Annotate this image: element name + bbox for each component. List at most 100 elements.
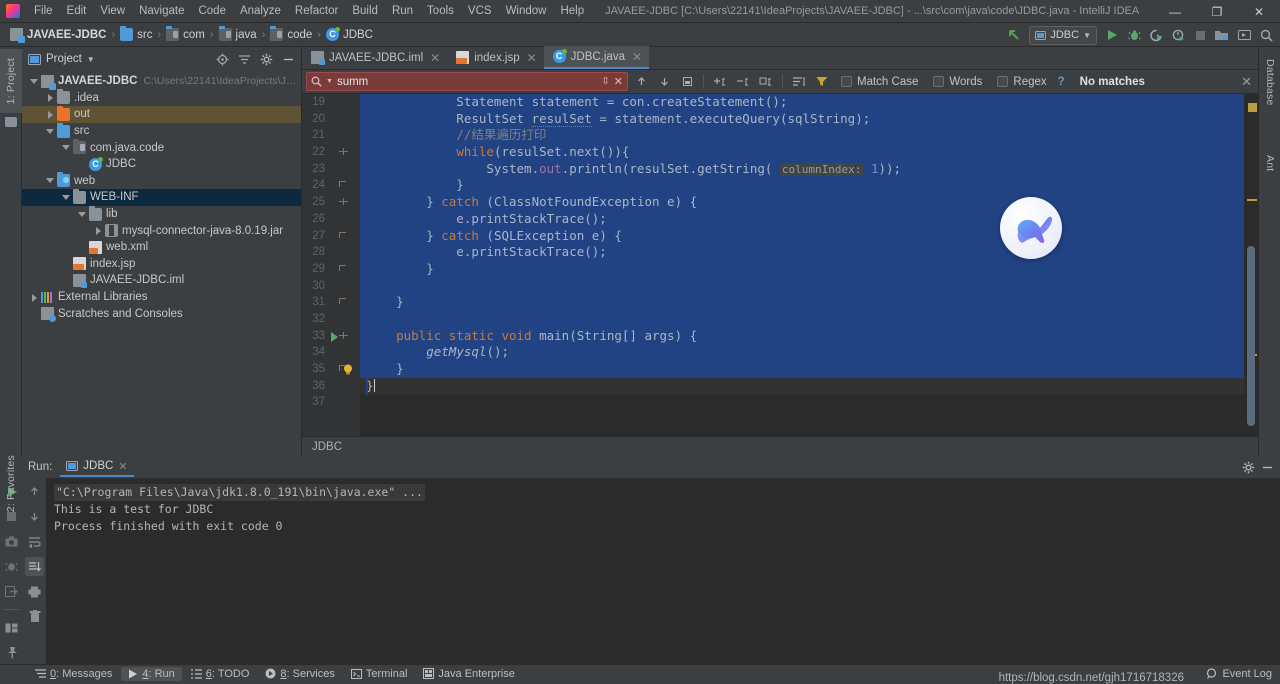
code-line[interactable]: } catch (SQLException e) { [360, 227, 1244, 245]
close-tab-icon[interactable]: ✕ [632, 50, 642, 64]
close-button[interactable]: ✕ [1238, 0, 1280, 23]
scroll-to-end-icon[interactable] [25, 557, 44, 576]
close-tab-icon[interactable]: ✕ [430, 51, 440, 65]
sidebar-item-ant[interactable]: Ant [1259, 143, 1280, 183]
tree-node-out[interactable]: out [22, 105, 301, 123]
collapse-all-icon[interactable] [236, 51, 253, 68]
tool-tab-messages[interactable]: 0: Messages [28, 667, 119, 681]
breadcrumb-item-src[interactable]: src [116, 26, 156, 42]
chevron-right-icon[interactable] [30, 293, 39, 302]
regex-help-link[interactable]: ? [1058, 76, 1065, 88]
chevron-down-icon[interactable] [62, 193, 71, 202]
gutter-row[interactable] [332, 211, 360, 228]
menu-item-refactor[interactable]: Refactor [288, 3, 345, 19]
chevron-right-icon[interactable] [46, 93, 55, 103]
dump-threads-icon[interactable] [2, 557, 21, 576]
menu-item-analyze[interactable]: Analyze [233, 3, 288, 19]
camera-icon[interactable] [2, 532, 21, 551]
tree-node-jdbc[interactable]: C JDBC [22, 156, 301, 173]
menu-item-build[interactable]: Build [345, 3, 385, 19]
gutter-row[interactable] [331, 328, 360, 345]
search-field[interactable]: ▼ ⇳ ✕ [306, 72, 628, 91]
chevron-down-icon[interactable] [62, 143, 71, 152]
gutter-row[interactable] [332, 378, 360, 395]
scroll-up-icon[interactable] [25, 482, 44, 501]
menu-item-tools[interactable]: Tools [420, 3, 461, 19]
tree-node-javaee-jdbc-iml[interactable]: JAVAEE-JDBC.iml [22, 272, 301, 289]
run-coverage-icon[interactable] [1146, 25, 1166, 45]
words-option[interactable]: Words [927, 76, 988, 88]
warning-marker[interactable] [1248, 103, 1257, 112]
run-panel-header-actions[interactable] [1242, 461, 1274, 474]
tree-node-scratches-and-consoles[interactable]: Scratches and Consoles [22, 305, 301, 323]
chevron-down-icon[interactable] [30, 77, 39, 86]
chevron-right-icon[interactable] [46, 110, 55, 119]
tree-node-mysql-connector-java-8-0-19-jar[interactable]: mysql-connector-java-8.0.19.jar [22, 222, 301, 239]
tree-node-external-libraries[interactable]: External Libraries [22, 289, 301, 306]
profile-icon[interactable] [1168, 25, 1188, 45]
console-output[interactable]: "C:\Program Files\Java\jdk1.8.0_191\bin\… [46, 478, 1280, 664]
menu-item-run[interactable]: Run [385, 3, 420, 19]
gutter-row[interactable] [332, 294, 360, 311]
gutter-row[interactable] [332, 111, 360, 128]
editor-scrollbar-thumb[interactable] [1247, 246, 1255, 426]
scroll-down-icon[interactable] [25, 507, 44, 526]
code-line[interactable]: } [360, 294, 1244, 311]
right-tool-window-bar[interactable]: Database Ant [1258, 47, 1280, 456]
gutter-row[interactable] [332, 161, 360, 178]
run-icon[interactable] [1102, 25, 1122, 45]
next-match-icon[interactable] [654, 72, 674, 92]
filter-lines-icon[interactable] [789, 72, 809, 92]
close-icon[interactable]: ✕ [118, 460, 127, 473]
breadcrumb-item-java[interactable]: java [215, 26, 261, 42]
menu-item-file[interactable]: File [27, 3, 60, 19]
close-tab-icon[interactable]: ✕ [527, 51, 537, 65]
code-line[interactable]: public static void main(String[] args) { [360, 327, 1244, 345]
editor-tab-jdbc-java[interactable]: C JDBC.java ✕ [543, 46, 650, 69]
stop-icon[interactable] [1190, 25, 1210, 45]
code-line[interactable]: } catch (ClassNotFoundException e) { [360, 194, 1244, 211]
update-icon[interactable] [1234, 25, 1254, 45]
sidebar-item-database[interactable]: Database [1259, 49, 1280, 115]
chevron-down-icon[interactable] [46, 127, 55, 136]
tree-node-web[interactable]: web [22, 172, 301, 190]
tool-tab-terminal[interactable]: Terminal [344, 667, 415, 681]
code-line[interactable]: } [360, 377, 1244, 395]
gutter-row[interactable] [332, 94, 360, 111]
trash-icon[interactable] [25, 607, 44, 626]
editor-gutter[interactable] [331, 94, 360, 436]
search-everywhere-icon[interactable] [1256, 25, 1276, 45]
run-configuration-selector[interactable]: JDBC ▼ [1029, 25, 1097, 45]
close-find-icon[interactable]: ✕ [1241, 74, 1252, 90]
prev-match-icon[interactable] [631, 72, 651, 92]
soft-wrap-icon[interactable] [25, 532, 44, 551]
run-tab[interactable]: JDBC ✕ [60, 458, 134, 477]
menu-item-help[interactable]: Help [553, 3, 591, 19]
gutter-row[interactable] [332, 194, 360, 211]
gutter-row[interactable] [332, 311, 360, 328]
pin-icon[interactable] [2, 643, 21, 662]
code-line[interactable] [360, 310, 1244, 328]
breadcrumb[interactable]: JAVAEE-JDBC › src › com › java › code › C JDBC [6, 26, 377, 43]
editor-scrollbar-markers[interactable] [1244, 94, 1258, 436]
left-tool-window-bar[interactable]: 1: Project 2: Favorites [0, 47, 22, 513]
menu-item-view[interactable]: View [93, 3, 132, 19]
code-content[interactable]: Statement statement = con.createStatemen… [360, 94, 1244, 436]
search-options-icon[interactable]: ⇳ [601, 76, 609, 87]
gutter-row[interactable] [332, 394, 360, 411]
code-line[interactable]: getMysql(); [360, 344, 1244, 361]
chevron-right-icon[interactable] [94, 226, 103, 236]
remove-line-icon[interactable] [733, 72, 753, 92]
print-icon[interactable] [25, 582, 44, 601]
code-line[interactable] [360, 277, 1244, 295]
window-controls[interactable]: — ❐ ✕ [1154, 0, 1280, 23]
editor-tab-javaee-jdbc-iml[interactable]: JAVAEE-JDBC.iml ✕ [302, 46, 447, 69]
console-actions-column[interactable] [23, 478, 46, 664]
menu-item-edit[interactable]: Edit [60, 3, 94, 19]
maximize-button[interactable]: ❐ [1196, 0, 1238, 23]
gutter-row[interactable] [332, 361, 360, 378]
layout-icon[interactable] [2, 618, 21, 637]
find-toolbar[interactable]: ▼ ⇳ ✕ Match Case Words [302, 70, 1258, 94]
code-line[interactable]: } [360, 260, 1244, 278]
chevron-down-icon[interactable] [46, 176, 55, 185]
